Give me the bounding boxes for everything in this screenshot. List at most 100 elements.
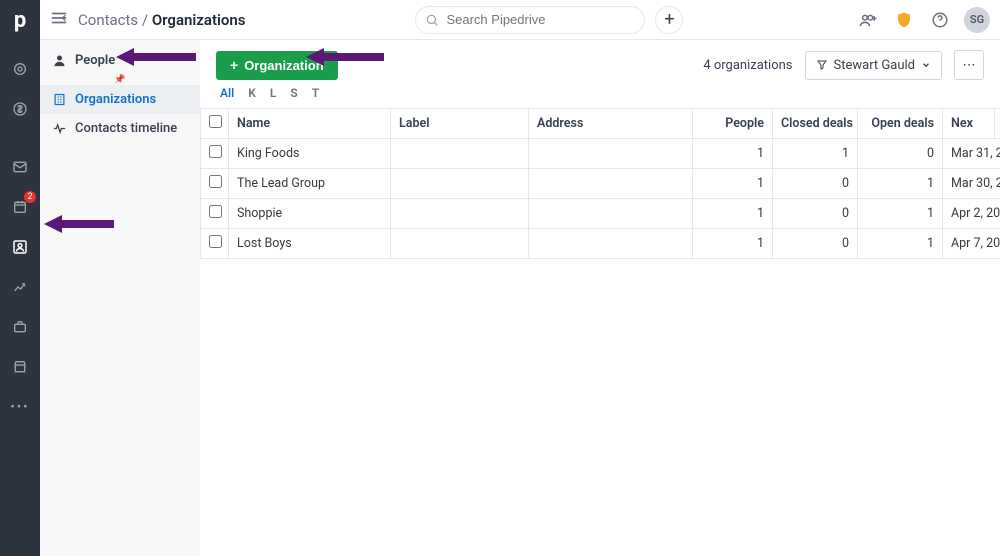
sidebar-item-people[interactable]: People [40, 46, 200, 75]
nav-marketplace[interactable] [0, 347, 40, 387]
cell-next: Mar 30, 2 [943, 169, 1000, 199]
building-icon [52, 92, 67, 107]
cell-label [391, 199, 529, 229]
cell-name[interactable]: Lost Boys [229, 229, 391, 259]
owner-filter-dropdown[interactable]: Stewart Gauld [805, 51, 943, 80]
user-avatar[interactable]: SG [964, 7, 990, 33]
cell-closed: 0 [773, 229, 858, 259]
cell-people: 1 [693, 199, 773, 229]
col-closed-deals[interactable]: Closed deals [773, 109, 858, 139]
table-row[interactable]: Shoppie101Apr 2, 20 [201, 199, 1000, 229]
col-settings[interactable] [995, 109, 1000, 139]
cell-name[interactable]: Shoppie [229, 199, 391, 229]
owner-filter-label: Stewart Gauld [834, 58, 916, 73]
app-header: Contacts / Organizations + SG [40, 0, 1000, 40]
cell-name[interactable]: King Foods [229, 139, 391, 169]
col-label[interactable]: Label [391, 109, 529, 139]
list-toolbar: + Organization 4 organizations Stewart G… [200, 40, 1000, 86]
breadcrumb-current: Organizations [152, 11, 246, 29]
sidebar-item-timeline[interactable]: Contacts timeline [40, 114, 200, 143]
row-checkbox[interactable] [209, 205, 222, 218]
col-next-activity[interactable]: Nex [943, 109, 995, 139]
nav-insights[interactable] [0, 267, 40, 307]
table-row[interactable]: King Foods110Mar 31, 2 [201, 139, 1000, 169]
more-actions-button[interactable]: ⋯ [954, 50, 984, 80]
breadcrumb: Contacts / Organizations [78, 11, 245, 29]
cell-people: 1 [693, 229, 773, 259]
chevron-down-icon [921, 60, 931, 70]
cell-people: 1 [693, 139, 773, 169]
main-content: + Organization 4 organizations Stewart G… [200, 40, 1000, 556]
collapse-sidebar-button[interactable] [50, 11, 68, 29]
nav-focus[interactable] [0, 49, 40, 89]
alpha-filter-t[interactable]: T [312, 86, 319, 100]
shield-icon [895, 11, 913, 29]
nav-more[interactable]: ••• [0, 387, 40, 427]
sidebar-item-label: People [75, 53, 115, 68]
logo-pipedrive[interactable]: p [14, 8, 26, 33]
target-icon [12, 61, 28, 77]
invite-users-button[interactable] [856, 8, 880, 32]
col-address[interactable]: Address [529, 109, 693, 139]
alpha-filter-k[interactable]: K [248, 86, 256, 100]
row-checkbox[interactable] [209, 175, 222, 188]
alpha-filter-all[interactable]: All [220, 86, 234, 100]
search-input[interactable] [415, 6, 645, 34]
store-icon [12, 359, 28, 375]
cell-closed: 1 [773, 139, 858, 169]
ellipsis-icon: ⋯ [963, 58, 976, 73]
cell-name[interactable]: The Lead Group [229, 169, 391, 199]
row-select [201, 169, 229, 199]
plus-icon: + [664, 9, 674, 30]
cell-label [391, 139, 529, 169]
breadcrumb-root[interactable]: Contacts [78, 11, 138, 29]
row-checkbox[interactable] [209, 235, 222, 248]
cell-people: 1 [693, 169, 773, 199]
nav-contacts[interactable] [0, 227, 40, 267]
heartbeat-icon [52, 121, 67, 136]
cell-closed: 0 [773, 199, 858, 229]
nav-products[interactable] [0, 307, 40, 347]
chart-line-icon [12, 279, 28, 295]
row-select [201, 229, 229, 259]
badge-activities: 2 [24, 191, 36, 203]
add-button-label: Organization [244, 58, 323, 73]
row-select [201, 199, 229, 229]
add-organization-button[interactable]: + Organization [216, 51, 338, 80]
briefcase-icon [12, 319, 28, 335]
nav-activities[interactable]: 2 [0, 187, 40, 227]
nav-deals[interactable] [0, 89, 40, 129]
table-row[interactable]: The Lead Group101Mar 30, 2 [201, 169, 1000, 199]
global-search [415, 6, 645, 34]
sidebar-item-organizations[interactable]: Organizations [40, 85, 200, 114]
global-add-button[interactable]: + [655, 6, 683, 34]
contacts-subnav: People 📌 Organizations Contacts timeline [40, 40, 200, 556]
help-button[interactable] [928, 8, 952, 32]
alpha-filter-s[interactable]: S [290, 86, 297, 100]
cell-label [391, 169, 529, 199]
nav-mail[interactable] [0, 147, 40, 187]
row-checkbox[interactable] [209, 145, 222, 158]
select-all-checkbox[interactable] [209, 115, 222, 128]
alpha-filter: All K L S T [200, 86, 1000, 108]
col-name[interactable]: Name [229, 109, 391, 139]
cell-address [529, 229, 693, 259]
ellipsis-icon: ••• [10, 400, 29, 415]
col-open-deals[interactable]: Open deals [858, 109, 943, 139]
cell-address [529, 139, 693, 169]
row-select [201, 139, 229, 169]
record-count-label: 4 organizations [703, 58, 792, 73]
mail-icon [12, 159, 28, 175]
header-right: SG [856, 7, 990, 33]
col-people[interactable]: People [693, 109, 773, 139]
sidebar-item-label: Contacts timeline [75, 121, 177, 136]
alpha-filter-l[interactable]: L [270, 86, 277, 100]
coin-icon [12, 101, 28, 117]
help-icon [931, 11, 949, 29]
setup-assist-button[interactable] [892, 8, 916, 32]
cell-next: Mar 31, 2 [943, 139, 1000, 169]
pin-icon: 📌 [110, 75, 130, 85]
person-icon [52, 53, 67, 68]
col-select-all [201, 109, 229, 139]
table-row[interactable]: Lost Boys101Apr 7, 20 [201, 229, 1000, 259]
